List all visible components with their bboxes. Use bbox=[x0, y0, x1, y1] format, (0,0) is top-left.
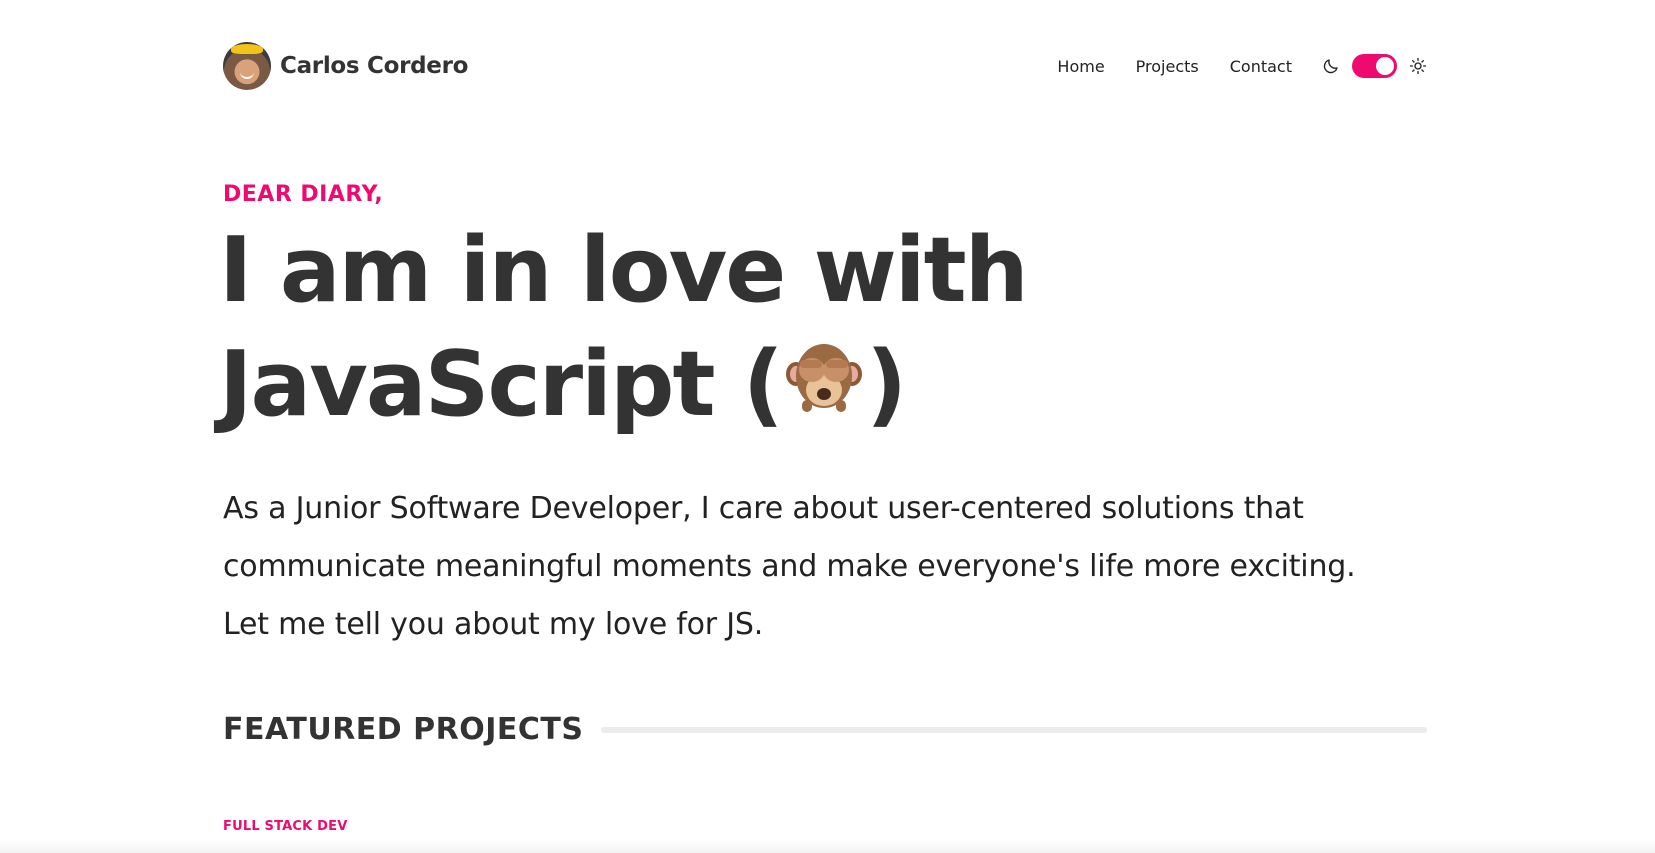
see-no-evil-monkey-icon bbox=[784, 327, 864, 441]
avatar bbox=[223, 42, 271, 90]
nav-contact[interactable]: Contact bbox=[1230, 57, 1292, 76]
hero-eyebrow: DEAR DIARY, bbox=[223, 182, 384, 207]
section-divider bbox=[601, 726, 1427, 733]
headline-line-2-prefix: JavaScript ( bbox=[219, 332, 784, 437]
project-card-edge bbox=[0, 840, 1655, 853]
intro-line-1: As a Junior Software Developer, I care a… bbox=[223, 491, 1304, 526]
project-category-label: FULL STACK DEV bbox=[223, 819, 348, 834]
hero-headline: I am in love with JavaScript ( ) bbox=[219, 214, 1319, 442]
brand-name: Carlos Cordero bbox=[280, 53, 469, 79]
headline-line-1: I am in love with bbox=[219, 218, 1029, 323]
site-header: Carlos Cordero Home Projects Contact bbox=[223, 40, 1427, 92]
brand-link[interactable]: Carlos Cordero bbox=[223, 42, 468, 90]
moon-icon bbox=[1322, 57, 1340, 75]
headline-line-2: JavaScript ( ) bbox=[219, 328, 1319, 442]
nav-home[interactable]: Home bbox=[1057, 57, 1104, 76]
intro-line-3: Let me tell you about my love for JS. bbox=[223, 607, 764, 642]
intro-line-2: communicate meaningful moments and make … bbox=[223, 549, 1356, 584]
toggle-knob bbox=[1376, 57, 1394, 75]
nav-projects[interactable]: Projects bbox=[1136, 57, 1199, 76]
headline-line-2-suffix: ) bbox=[865, 332, 907, 437]
theme-toggle[interactable] bbox=[1352, 54, 1397, 78]
sun-icon bbox=[1409, 57, 1427, 75]
main-nav: Home Projects Contact bbox=[1057, 54, 1427, 78]
theme-switcher bbox=[1322, 54, 1427, 78]
featured-projects-header: FEATURED PROJECTS bbox=[223, 712, 1427, 747]
portfolio-page: Carlos Cordero Home Projects Contact DEA… bbox=[0, 0, 1655, 853]
featured-projects-heading: FEATURED PROJECTS bbox=[223, 712, 584, 747]
hero-intro: As a Junior Software Developer, I care a… bbox=[223, 480, 1443, 654]
